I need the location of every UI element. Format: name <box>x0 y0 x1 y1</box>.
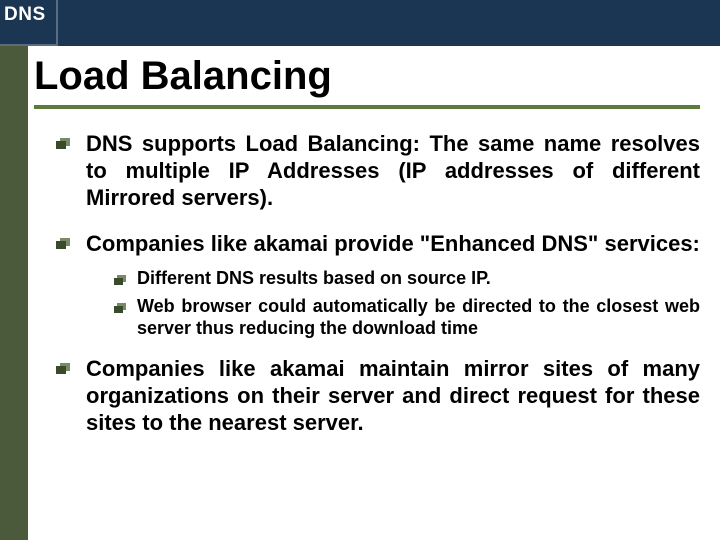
sub-bullet-list: Different DNS results based on source IP… <box>114 268 700 340</box>
header-bar: DNS <box>0 0 720 46</box>
list-item: Companies like akamai provide "Enhanced … <box>56 231 700 258</box>
page-title: Load Balancing <box>34 54 700 109</box>
box-bullet-icon <box>56 236 76 258</box>
content-area: Load Balancing DNS supports Load Balanci… <box>32 54 700 457</box>
bullet-list: DNS supports Load Balancing: The same na… <box>56 131 700 437</box>
bullet-text: Web browser could automatically be direc… <box>137 296 700 340</box>
side-strip <box>0 46 28 540</box>
box-bullet-icon <box>56 136 76 211</box>
bullet-text: DNS supports Load Balancing: The same na… <box>86 131 700 211</box>
box-bullet-icon <box>114 300 129 340</box>
bullet-text: Companies like akamai provide "Enhanced … <box>86 231 700 258</box>
list-item: Web browser could automatically be direc… <box>114 296 700 340</box>
list-item: Different DNS results based on source IP… <box>114 268 700 290</box>
bullet-text: Companies like akamai maintain mirror si… <box>86 356 700 436</box>
bullet-text: Different DNS results based on source IP… <box>137 268 700 290</box>
box-bullet-icon <box>56 361 76 436</box>
box-bullet-icon <box>114 272 129 290</box>
list-item: Companies like akamai maintain mirror si… <box>56 356 700 436</box>
slide: DNS Load Balancing DNS supports Load Bal… <box>0 0 720 540</box>
header-label: DNS <box>0 0 58 46</box>
list-item: DNS supports Load Balancing: The same na… <box>56 131 700 211</box>
